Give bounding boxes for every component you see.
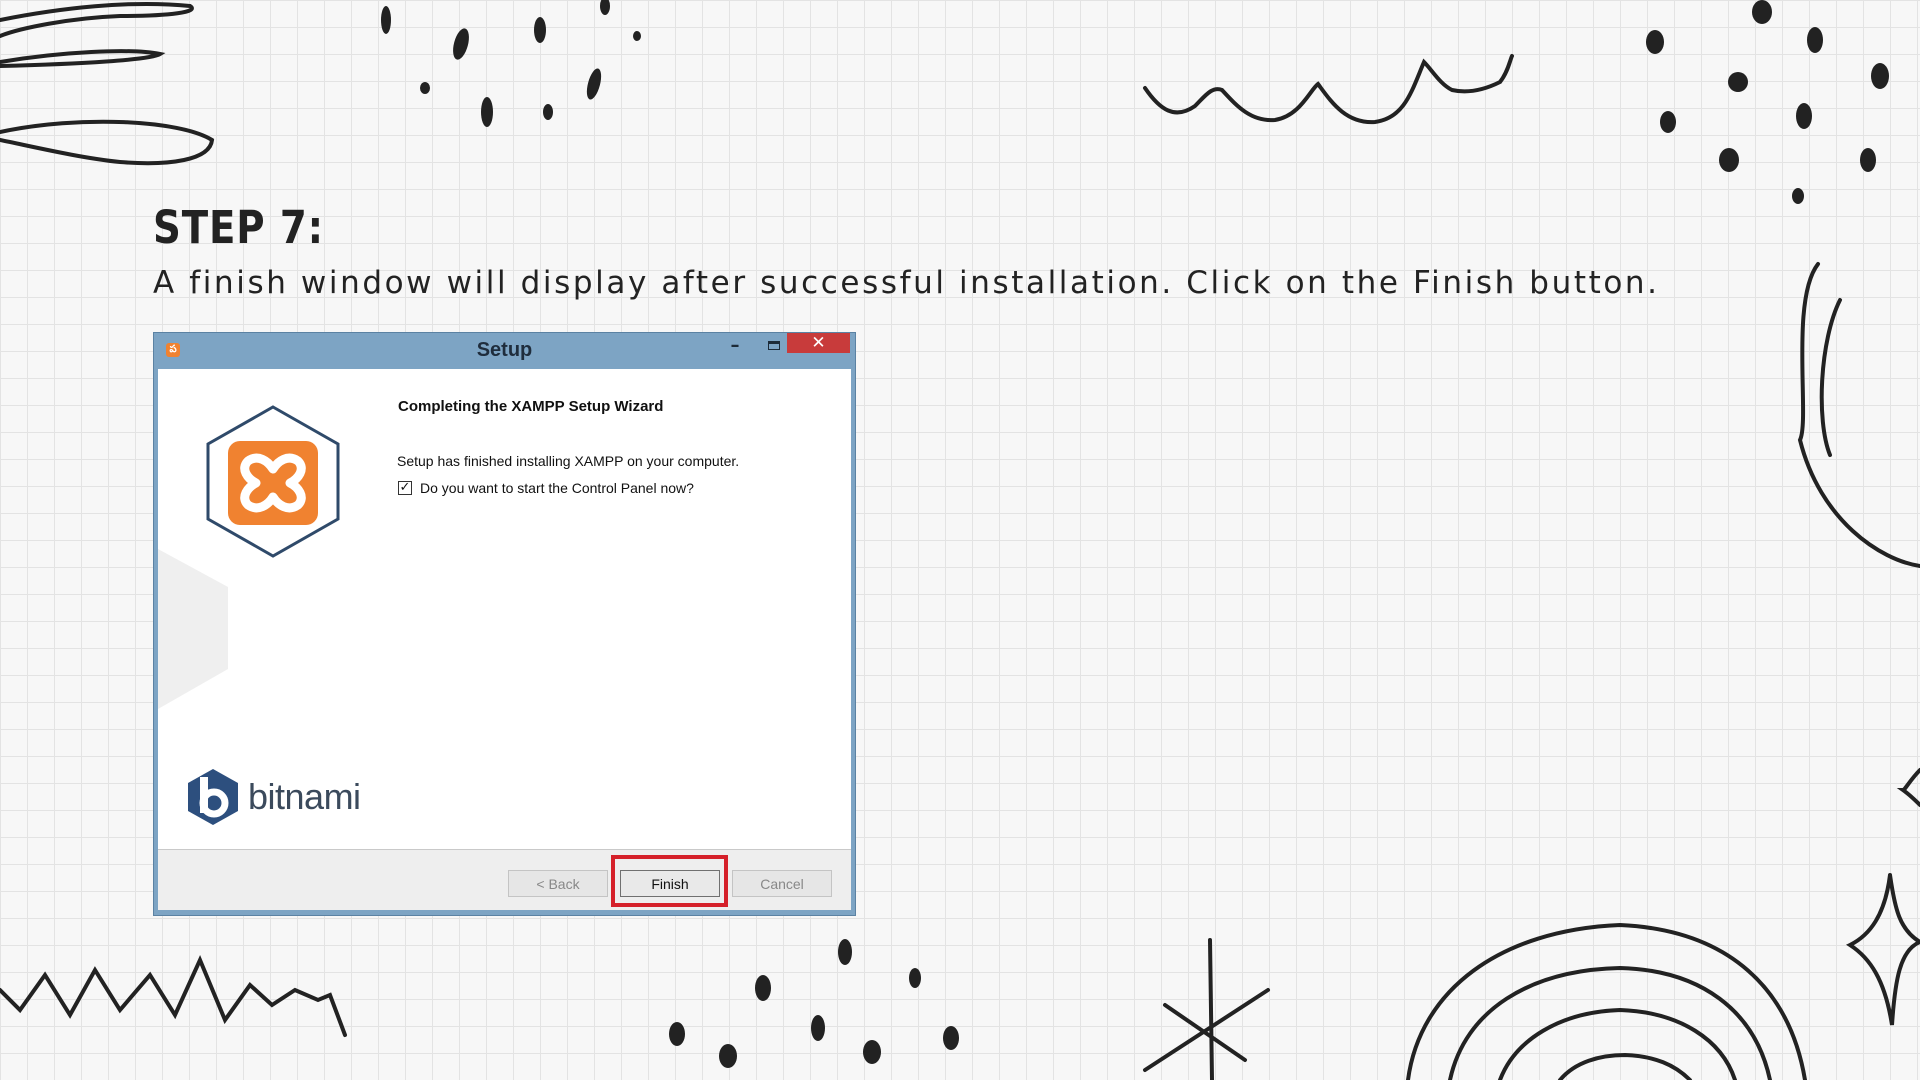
finish-message: Setup has finished installing XAMPP on y… bbox=[397, 453, 740, 469]
wizard-content: Completing the XAMPP Setup Wizard Setup … bbox=[158, 369, 851, 910]
step-instruction: A finish window will display after succe… bbox=[153, 265, 1660, 301]
checkbox-label[interactable]: Do you want to start the Control Panel n… bbox=[420, 480, 694, 496]
cancel-button[interactable]: Cancel bbox=[732, 870, 832, 897]
button-bar: < Back Finish Cancel bbox=[158, 849, 851, 910]
step-title: STEP 7: bbox=[153, 201, 324, 254]
back-button[interactable]: < Back bbox=[508, 870, 608, 897]
bitnami-icon bbox=[188, 769, 238, 825]
bitnami-logo: bitnami bbox=[186, 767, 361, 827]
maximize-button[interactable] bbox=[760, 337, 790, 357]
bitnami-wordmark: bitnami bbox=[248, 776, 361, 817]
start-control-panel-checkbox[interactable]: ✓ bbox=[398, 481, 412, 495]
finish-highlight-box bbox=[611, 855, 728, 907]
close-button[interactable]: ✕ bbox=[787, 333, 850, 353]
start-control-panel-option[interactable]: ✓ Do you want to start the Control Panel… bbox=[398, 480, 694, 496]
minimize-button[interactable]: – bbox=[720, 337, 750, 357]
wizard-heading: Completing the XAMPP Setup Wizard bbox=[398, 398, 664, 415]
title-bar[interactable]: ప Setup – ✕ bbox=[154, 333, 855, 369]
xampp-logo bbox=[206, 405, 340, 558]
setup-window: ప Setup – ✕ Completing the XAMPP Setup W… bbox=[153, 332, 856, 916]
